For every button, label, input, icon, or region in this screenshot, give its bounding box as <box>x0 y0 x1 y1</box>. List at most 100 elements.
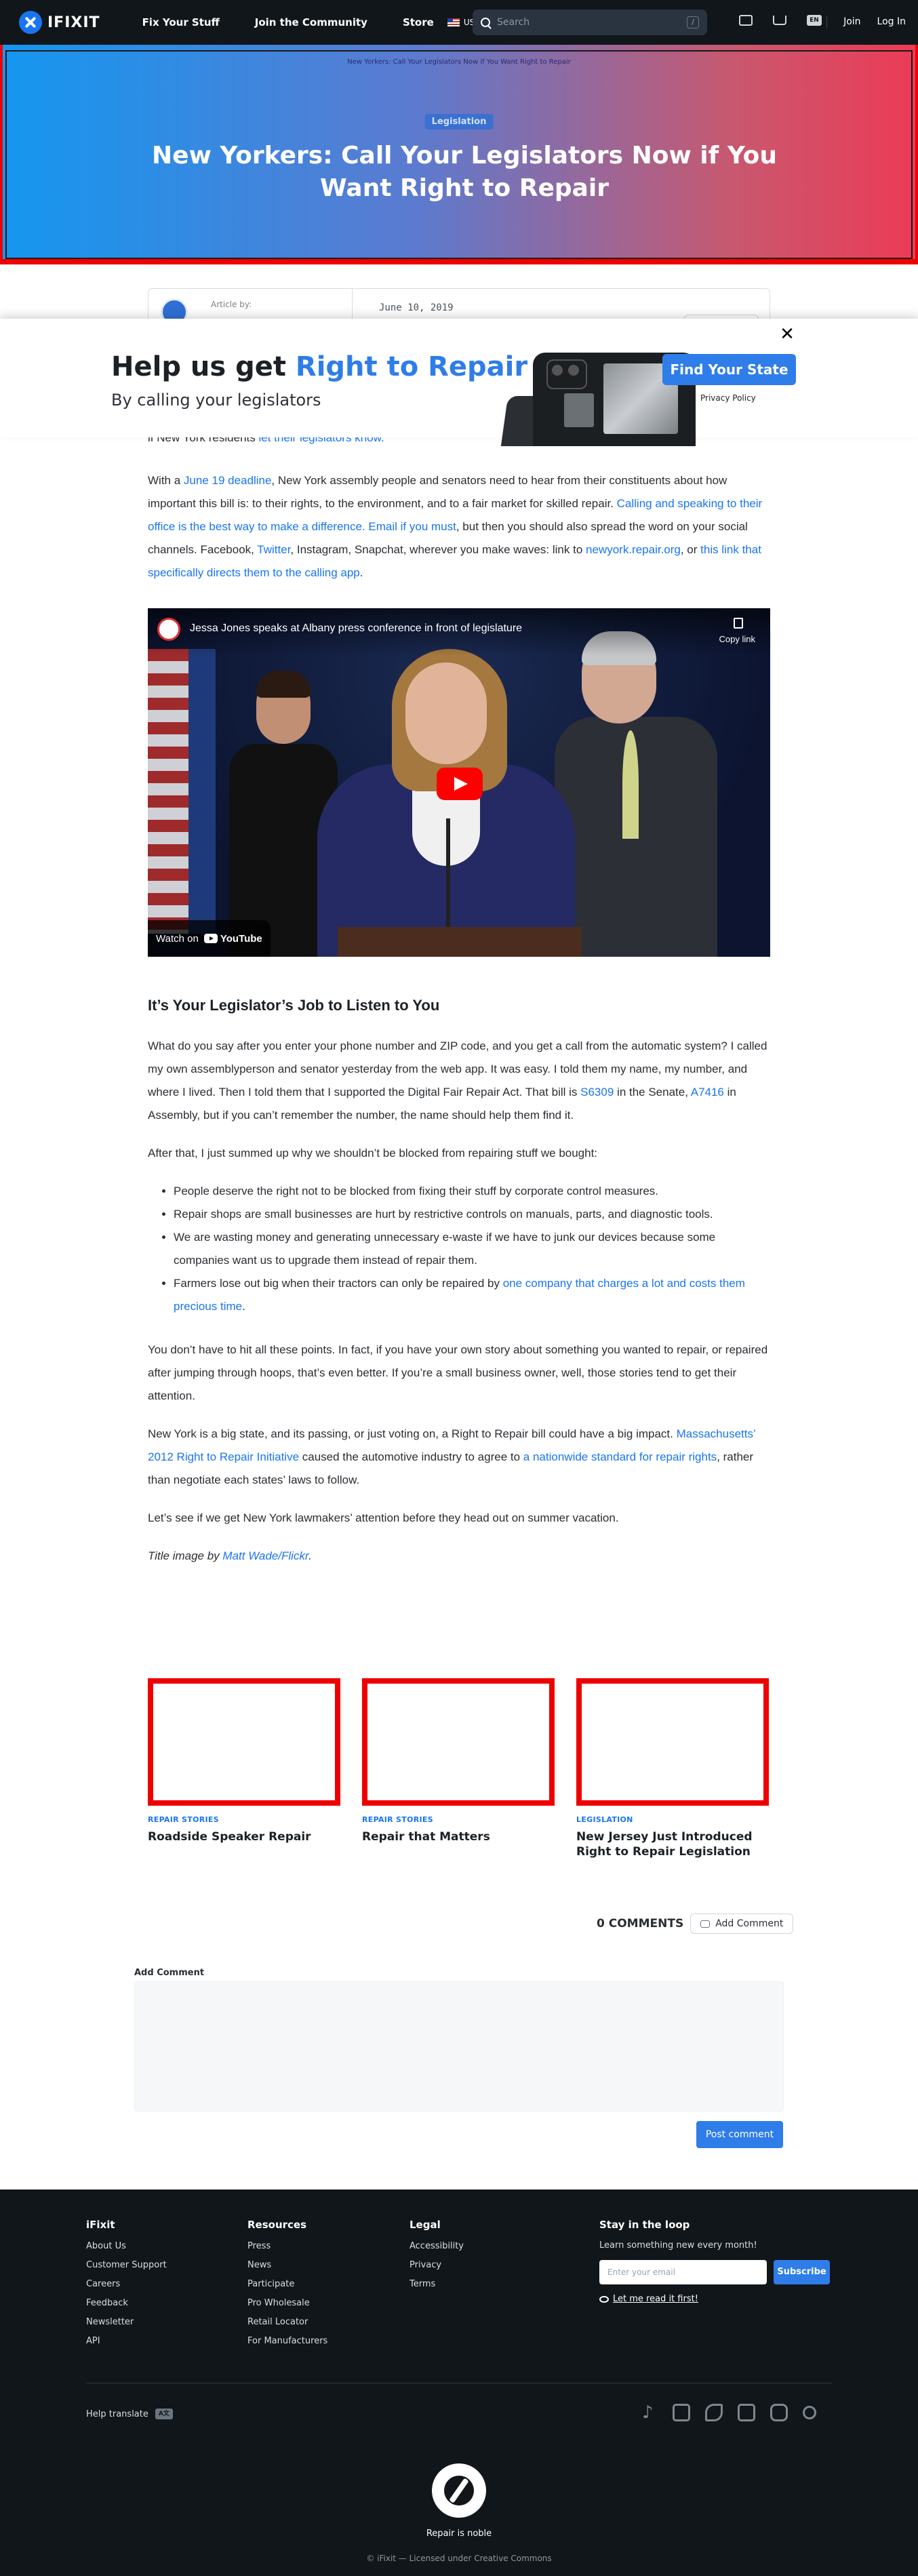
text: . <box>242 1300 245 1313</box>
footer-link[interactable]: Press <box>247 2240 327 2252</box>
footer-link[interactable]: Careers <box>86 2278 167 2290</box>
community-icon[interactable] <box>803 2406 816 2419</box>
footer-link[interactable]: Feedback <box>86 2297 167 2309</box>
copy-link-label[interactable]: Copy link <box>719 634 755 644</box>
join-link[interactable]: Join <box>843 16 860 28</box>
email-field[interactable] <box>599 2260 767 2284</box>
instagram-icon[interactable] <box>738 2404 755 2421</box>
category-tag[interactable]: Legislation <box>424 114 494 130</box>
watch-on-youtube[interactable]: Watch on YouTube <box>148 920 271 957</box>
video-embed[interactable]: Jessa Jones speaks at Albany press confe… <box>148 608 770 957</box>
footer-link[interactable]: Terms <box>410 2278 464 2290</box>
newsletter-desc: Learn something new every month! <box>599 2240 757 2251</box>
cart-icon[interactable] <box>773 16 786 25</box>
youtube-icon[interactable] <box>770 2404 788 2421</box>
related-tag[interactable]: LEGISLATION <box>576 1815 769 1824</box>
text: Title image by <box>148 1549 223 1562</box>
footer-legal[interactable]: © iFixit — Licensed under Creative Commo… <box>0 2554 918 2563</box>
related-card[interactable]: REPAIR STORIES Roadside Speaker Repair <box>148 1678 340 1859</box>
related-tag[interactable]: REPAIR STORIES <box>362 1815 555 1824</box>
related-title[interactable]: New Jersey Just Introduced Right to Repa… <box>576 1829 769 1859</box>
related-thumbnail[interactable] <box>576 1678 769 1806</box>
related-title[interactable]: Repair that Matters <box>362 1829 555 1844</box>
hero-frame: New Yorkers: Call Your Legislators Now i… <box>5 50 913 259</box>
text: Right to Repair <box>295 351 528 382</box>
privacy-policy-link[interactable]: Privacy Policy <box>700 393 756 403</box>
footer-link[interactable]: News <box>247 2259 327 2271</box>
login-link[interactable]: Log In <box>877 16 906 28</box>
credit-link[interactable]: Matt Wade/Flickr <box>222 1549 308 1562</box>
footer-link[interactable]: Privacy <box>410 2259 464 2271</box>
language-icon[interactable]: EN <box>807 15 822 26</box>
footer-col-resources: Resources Press News Participate Pro Who… <box>247 2219 327 2354</box>
related-card[interactable]: LEGISLATION New Jersey Just Introduced R… <box>576 1678 769 1859</box>
footer-link[interactable]: Newsletter <box>86 2316 167 2328</box>
text: , Instagram, Snapchat, wherever you make… <box>290 543 586 556</box>
related-thumbnail[interactable] <box>362 1678 555 1806</box>
footer-link[interactable]: Accessibility <box>410 2240 464 2252</box>
related-thumbnail[interactable] <box>148 1678 340 1806</box>
watch-on-label: Watch on <box>156 932 199 945</box>
footer-link[interactable]: Pro Wholesale <box>247 2297 327 2309</box>
deadline-link[interactable]: June 19 deadline <box>184 474 272 487</box>
search-icon <box>481 18 490 27</box>
play-button[interactable] <box>437 768 483 800</box>
channel-avatar[interactable] <box>157 618 180 641</box>
copy-icon[interactable] <box>734 618 743 629</box>
hero-banner: New Yorkers: Call Your Legislators Now i… <box>0 45 918 264</box>
footer-link[interactable]: Retail Locator <box>247 2316 327 2328</box>
facebook-icon[interactable] <box>673 2404 690 2421</box>
promo-subtitle: By calling your legislators <box>111 391 321 410</box>
article-paragraph: Let’s see if we get New York lawmakers’ … <box>148 1511 619 1524</box>
article-by-label: Article by: <box>211 300 252 309</box>
nav-join-community[interactable]: Join the Community <box>255 16 367 28</box>
related-card[interactable]: REPAIR STORIES Repair that Matters <box>362 1678 555 1859</box>
ifixit-logo[interactable]: IFIXIT <box>19 11 100 34</box>
help-translate-link[interactable]: Help translate A文 <box>86 2409 173 2419</box>
assembly-bill-link[interactable]: A7416 <box>691 1086 724 1098</box>
comment-bubble-icon <box>700 1920 711 1928</box>
close-icon[interactable]: ✕ <box>778 325 796 343</box>
youtube-wordmark: YouTube <box>220 932 262 945</box>
nav-store[interactable]: Store <box>403 16 434 28</box>
article-paragraph: With a June 19 deadline, New York assemb… <box>148 469 770 584</box>
senate-bill-link[interactable]: S6309 <box>580 1086 614 1098</box>
post-comment-button[interactable]: Post comment <box>696 2121 783 2148</box>
subscribe-button[interactable]: Subscribe <box>774 2260 830 2284</box>
email-link[interactable]: Email if you must <box>368 520 456 533</box>
footer-link[interactable]: Participate <box>247 2278 327 2290</box>
twitter-link[interactable]: Twitter <box>257 543 290 556</box>
nationwide-standard-link[interactable]: a nationwide standard for repair rights <box>523 1450 717 1463</box>
related-title[interactable]: Roadside Speaker Repair <box>148 1829 340 1844</box>
reasons-list: People deserve the right not to be block… <box>174 1180 770 1318</box>
nav-links: Fix Your Stuff Join the Community Store <box>142 16 434 28</box>
newsletter-signup: Stay in the loop Learn something new eve… <box>599 2219 830 2304</box>
footer-col-ifixit: iFixit About Us Customer Support Careers… <box>86 2219 167 2354</box>
search-input[interactable] <box>497 17 673 28</box>
article-paragraph: What do you say after you enter your pho… <box>148 1035 770 1127</box>
footer-link[interactable]: API <box>86 2335 167 2347</box>
text: caused the automotive industry to agree … <box>299 1450 523 1463</box>
comments-header: 0 COMMENTS Add Comment <box>597 1914 794 1934</box>
orders-icon[interactable] <box>739 15 753 26</box>
comment-textarea[interactable] <box>134 1981 784 2112</box>
footer-link[interactable]: For Manufacturers <box>247 2335 327 2347</box>
find-your-state-button[interactable]: Find Your State <box>662 354 796 385</box>
read-first-link[interactable]: Let me read it first! <box>599 2294 830 2304</box>
twitter-icon[interactable] <box>705 2404 723 2421</box>
footer-link[interactable]: About Us <box>86 2240 167 2252</box>
related-tag[interactable]: REPAIR STORIES <box>148 1815 340 1824</box>
text: Help us get <box>111 351 296 382</box>
search-bar[interactable]: / <box>473 9 707 35</box>
video-title[interactable]: Jessa Jones speaks at Albany press confe… <box>190 622 522 635</box>
search-shortcut-hint: / <box>687 16 699 28</box>
repair-manifesto-logo[interactable] <box>432 2463 486 2518</box>
add-comment-button[interactable]: Add Comment <box>690 1914 794 1934</box>
footer-col-title: Resources <box>247 2219 307 2231</box>
eye-icon <box>599 2295 609 2303</box>
nav-fix-your-stuff[interactable]: Fix Your Stuff <box>142 16 220 28</box>
add-comment-label: Add Comment <box>715 1918 784 1929</box>
tiktok-icon[interactable]: ♪ <box>640 2404 658 2421</box>
repair-org-link[interactable]: newyork.repair.org <box>586 543 681 556</box>
footer-link[interactable]: Customer Support <box>86 2259 167 2271</box>
